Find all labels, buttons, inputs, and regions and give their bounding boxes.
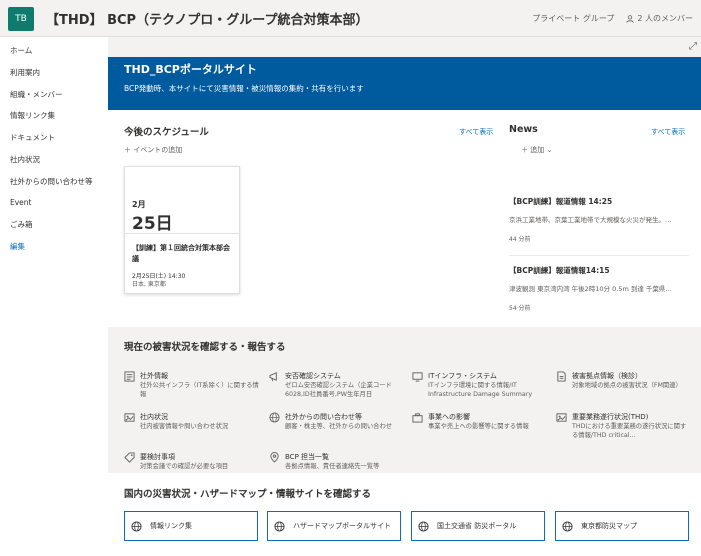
- header-meta: プライベート グループ 2 人のメンバー: [532, 13, 693, 24]
- quick-link-desc: 社内被害情報や問い合わせ状況: [140, 423, 229, 430]
- quick-link-desc: 顧客・株主等、社外からの問い合わせ: [285, 423, 393, 430]
- nav-item-home[interactable]: ホーム: [10, 45, 32, 56]
- hero-title: THD_BCPポータルサイト: [124, 63, 257, 76]
- hero-subtitle: BCP発動時、本サイトにて災害情報・被災情報の集約・共有を行います: [124, 84, 364, 93]
- quick-link-title: 重要業務遂行状況(THD): [572, 413, 649, 421]
- hero-banner: THD_BCPポータルサイト BCP発動時、本サイトにて災害情報・被災情報の集約…: [108, 57, 701, 110]
- status-section: 現在の被害状況を確認する・報告する 社外情報 社外公共インフラ（IT系除く）に関…: [108, 327, 701, 473]
- nav-item-documents[interactable]: ドキュメント: [10, 132, 55, 143]
- news-see-all-link[interactable]: すべて表示: [651, 127, 685, 137]
- news-item[interactable]: 【BCP訓練】報道情報 14:25 京浜工業地帯、京葉工業地帯で大規模な火災が発…: [509, 196, 689, 243]
- image-icon: [124, 413, 135, 422]
- quick-link-title: 社外情報: [140, 372, 168, 380]
- quick-link-desc: 対象地域の拠点の被害状況（FM関連）: [572, 382, 682, 389]
- news-item[interactable]: 【BCP訓練】報道情報14:15 津波観測 東京湾内湾 午後2時10分 0.5m…: [509, 265, 689, 312]
- event-title: 【訓練】第１回統合対策本部会議: [132, 244, 230, 263]
- info-links-button[interactable]: 情報リンク集: [124, 511, 258, 541]
- globe-icon: [274, 520, 285, 532]
- nav-item-external-inquiries[interactable]: 社外からの問い合わせ等: [10, 176, 93, 187]
- quick-link-title: BCP 担当一覧: [285, 453, 330, 461]
- location-pin-icon: [270, 452, 279, 463]
- event-card[interactable]: 2月 25日 【訓練】第１回統合対策本部会議 2月25日(土) 14:30 日本…: [124, 166, 240, 294]
- mlit-portal-button[interactable]: 国土交通省 防災ポータル: [411, 511, 545, 541]
- external-sites-section: 国内の災害状況・ハザードマップ・情報サイトを確認する 情報リンク集 ハザードマッ…: [108, 473, 701, 556]
- tag-icon: [124, 452, 135, 463]
- quick-link-title: ITインフラ・システム: [428, 372, 497, 380]
- nav-item-recycle-bin[interactable]: ごみ箱: [10, 219, 33, 230]
- globe-icon: [418, 520, 429, 532]
- plus-icon: ＋: [124, 146, 131, 154]
- nav-item-guide[interactable]: 利用案内: [10, 67, 40, 78]
- event-day: 25日: [132, 214, 173, 234]
- document-icon: [557, 371, 566, 382]
- site-header: TB 【THD】 BCP（テクノプロ・グループ統合対策本部） プライベート グル…: [0, 0, 701, 37]
- monitor-icon: [412, 372, 423, 382]
- quick-link-title: 被害拠点情報（検診）: [572, 372, 642, 380]
- quick-link-desc: ITインフラ環境に関する情報/IT Infrastructure Damage …: [428, 382, 533, 398]
- event-divider: [125, 233, 239, 234]
- news-snippet: 京浜工業地帯、京葉工業地帯で大規模な火災が発生。…: [509, 216, 672, 224]
- quick-link-desc: 対策会議での確認が必要な項目: [140, 463, 229, 470]
- left-navigation: ホーム 利用案内 組織・メンバー 情報リンク集 ドキュメント 社内状況 社外から…: [0, 37, 108, 556]
- quick-link-desc: THDにおける重要業務の遂行状況に関する情報/THD critical…: [572, 423, 687, 439]
- button-label: 情報リンク集: [150, 522, 192, 530]
- megaphone-icon: [269, 372, 277, 382]
- nav-item-event[interactable]: Event: [10, 198, 32, 207]
- quick-link-title: 安否確認システム: [285, 372, 341, 380]
- image-icon: [556, 413, 567, 422]
- group-type-label: プライベート グループ: [532, 14, 615, 23]
- add-event-label: イベントの追加: [133, 146, 183, 154]
- button-label: 国土交通省 防災ポータル: [437, 522, 517, 530]
- chevron-down-icon: ⌄: [546, 146, 553, 154]
- schedule-heading: 今後のスケジュール: [124, 127, 209, 138]
- schedule-see-all-link[interactable]: すべて表示: [459, 127, 493, 137]
- tokyo-map-button[interactable]: 東京都防災マップ: [555, 511, 689, 541]
- members-button[interactable]: 2 人のメンバー: [626, 13, 693, 24]
- news-title: 【BCP訓練】報道情報 14:25: [509, 197, 613, 206]
- members-count: 2 人のメンバー: [637, 14, 693, 23]
- list-icon: [124, 371, 135, 382]
- hazard-map-button[interactable]: ハザードマップポータルサイト: [267, 511, 401, 541]
- quick-link-title: 事業への影響: [428, 413, 470, 421]
- nav-item-organization[interactable]: 組織・メンバー: [10, 89, 63, 100]
- news-snippet: 津波観測 東京湾内湾 午後2時10分 0.5m 到達 千葉県…: [509, 285, 672, 293]
- nav-item-internal-status[interactable]: 社内状況: [10, 154, 40, 165]
- schedule-news-panel: 今後のスケジュール すべて表示 ＋ イベントの追加 2月 25日 【訓練】第１回…: [108, 110, 701, 327]
- quick-link-desc: 社外公共インフラ（IT系除く）に関する情報: [140, 382, 259, 398]
- quick-link-desc: ゼロム安否確認システム（企業コード6028,ID社員番号,PW生年月日: [285, 382, 392, 398]
- globe-icon: [269, 412, 280, 423]
- add-event-button[interactable]: ＋ イベントの追加: [124, 145, 182, 155]
- quick-link-title: 社内状況: [140, 413, 168, 421]
- news-time: 44 分前: [509, 236, 531, 243]
- news-divider: [509, 255, 689, 256]
- nav-item-links[interactable]: 情報リンク集: [10, 110, 55, 121]
- globe-icon: [562, 520, 573, 532]
- briefcase-icon: [412, 413, 423, 423]
- news-time: 54 分前: [509, 305, 531, 312]
- status-heading: 現在の被害状況を確認する・報告する: [124, 342, 286, 353]
- expand-icon[interactable]: ⤢: [689, 41, 697, 52]
- news-title: 【BCP訓練】報道情報14:15: [509, 266, 610, 275]
- main-content: ⤢ THD_BCPポータルサイト BCP発動時、本サイトにて災害情報・被災情報の…: [108, 37, 701, 556]
- news-heading: News: [509, 124, 538, 135]
- button-label: ハザードマップポータルサイト: [293, 522, 391, 530]
- site-title[interactable]: 【THD】 BCP（テクノプロ・グループ統合対策本部）: [46, 9, 368, 28]
- quick-link-desc: 各拠点情報、責任者連絡先一覧等: [285, 463, 380, 470]
- button-label: 東京都防災マップ: [581, 522, 637, 530]
- news-add-label: 追加: [530, 146, 545, 154]
- person-icon: [626, 14, 634, 23]
- plus-icon: ＋: [521, 146, 528, 154]
- quick-link-title: 社外からの問い合わせ等: [285, 413, 362, 421]
- quick-link-desc: 事業や売上への影響等に関する情報: [428, 423, 529, 430]
- event-location: 日本, 東京都: [132, 281, 166, 288]
- quick-link-title: 要検討事項: [140, 453, 175, 461]
- nav-edit-link[interactable]: 編集: [10, 241, 25, 252]
- news-add-button[interactable]: ＋ 追加 ⌄: [521, 145, 552, 155]
- site-logo[interactable]: TB: [8, 7, 34, 31]
- external-sites-heading: 国内の災害状況・ハザードマップ・情報サイトを確認する: [124, 489, 372, 500]
- globe-icon: [131, 520, 142, 532]
